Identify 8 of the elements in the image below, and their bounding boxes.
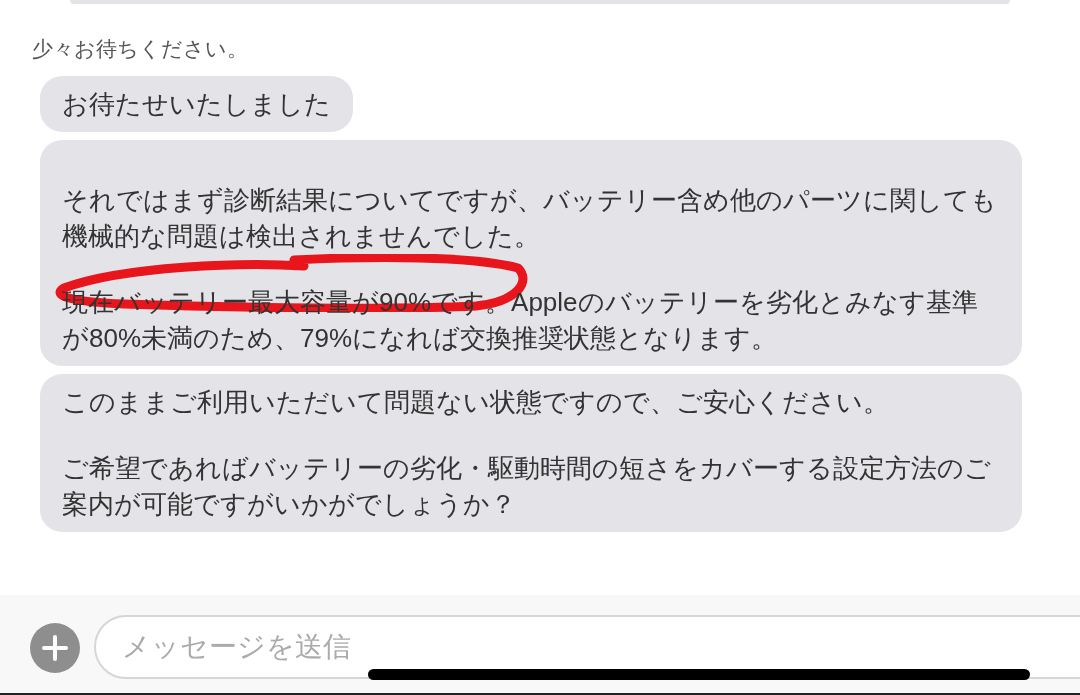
message-text: ご希望であればバッテリーの劣化・駆動時間の短さをカバーする設定方法のご案内が可能ですがいかがでしょうか？ <box>62 452 992 521</box>
message-text: それではまず診断結果についてですが、バッテリー含め他のパーツに関しても機械的な問題は検出されませんでした。 <box>62 184 998 253</box>
add-button[interactable] <box>30 623 80 673</box>
message-text: このままご利用いただいて問題ない状態ですので、ご安心ください。 <box>62 386 890 419</box>
message-text: お待たせいたしました <box>62 88 331 121</box>
message-input-field[interactable]: メッセージを送信 <box>94 615 1080 679</box>
plus-icon <box>41 634 69 662</box>
status-text: 少々お待ちください。 <box>32 36 249 62</box>
